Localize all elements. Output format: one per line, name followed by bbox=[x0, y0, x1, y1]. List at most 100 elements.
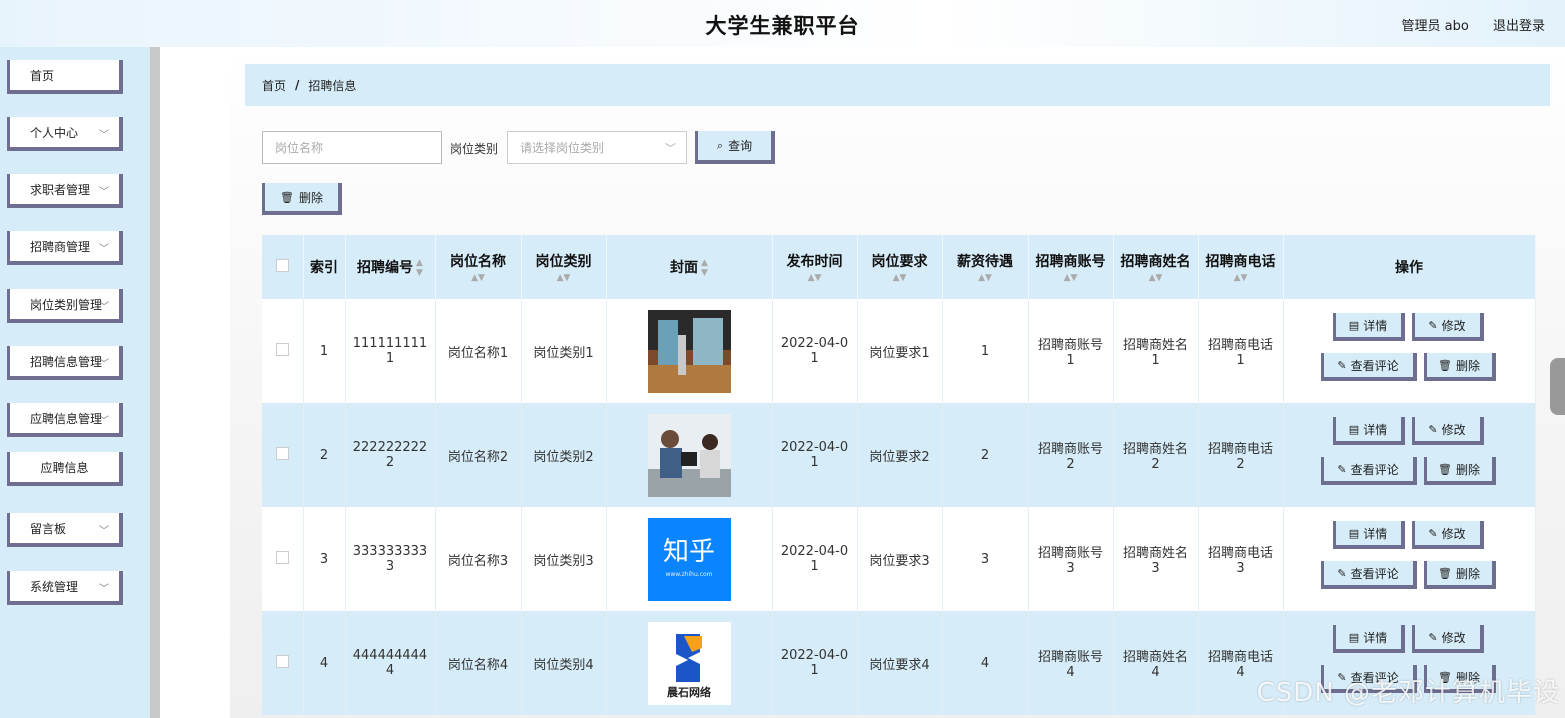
col-req[interactable]: 岗位要求 ▲▼ bbox=[857, 235, 943, 299]
col-person[interactable]: 招聘商姓名 ▲▼ bbox=[1113, 235, 1199, 299]
cell-salary: 4 bbox=[942, 611, 1029, 715]
row-checkbox[interactable] bbox=[275, 654, 289, 668]
chevron-down-icon: ﹀ bbox=[665, 142, 676, 155]
breadcrumb-current: 招聘信息 bbox=[308, 78, 357, 93]
document-icon: ▤ bbox=[1348, 318, 1360, 332]
cell-req: 岗位要求3 bbox=[857, 507, 943, 611]
detail-button[interactable]: ▤ 详情 bbox=[1332, 625, 1405, 653]
view-reviews-button[interactable]: ✎ 查看评论 bbox=[1320, 561, 1417, 589]
edit-button[interactable]: ✎ 修改 bbox=[1411, 417, 1484, 445]
review-label: 查看评论 bbox=[1350, 358, 1399, 373]
cell-ops: ▤ 详情 ✎ 修改 ✎ 查看评论 🗑 删除 bbox=[1283, 507, 1536, 611]
edit-button[interactable]: ✎ 修改 bbox=[1411, 313, 1484, 341]
side-panel-handle[interactable] bbox=[1550, 358, 1565, 415]
sidebar-item-3[interactable]: 招聘商管理 ﹀ bbox=[7, 231, 123, 265]
col-salary[interactable]: 薪资待遇 ▲▼ bbox=[942, 235, 1029, 299]
detail-button[interactable]: ▤ 详情 bbox=[1332, 521, 1405, 549]
sidebar-item-label: 留言板 bbox=[30, 521, 67, 536]
cell-category-text: 岗位类别4 bbox=[533, 657, 594, 673]
sidebar-item-label: 应聘信息 bbox=[40, 460, 89, 475]
sidebar-item-6[interactable]: 应聘信息管理 ﹀ bbox=[7, 403, 123, 437]
view-reviews-button[interactable]: ✎ 查看评论 bbox=[1320, 457, 1417, 485]
sort-icon[interactable]: ▲▼ bbox=[777, 273, 853, 283]
chevron-down-icon: ﹀ bbox=[99, 130, 109, 141]
col-name[interactable]: 岗位名称 ▲▼ bbox=[435, 235, 522, 299]
row-checkbox-cell[interactable] bbox=[262, 299, 304, 403]
delete-button[interactable]: 🗑 删除 bbox=[1423, 457, 1496, 485]
delete-button[interactable]: 🗑 删除 bbox=[1423, 561, 1496, 589]
cell-name-text: 岗位名称3 bbox=[447, 553, 509, 569]
category-select-placeholder: 请选择岗位类别 bbox=[520, 141, 605, 155]
col-cover[interactable]: 封面 ▲ ▼ bbox=[606, 235, 773, 299]
cell-index: 4 bbox=[303, 611, 346, 715]
cell-time-text: 2022-04-01 bbox=[780, 544, 849, 574]
sidebar-item-1[interactable]: 个人中心 ﹀ bbox=[7, 117, 123, 151]
cell-person-text: 招聘商姓名4 bbox=[1122, 650, 1188, 680]
cell-code: 4444444444 bbox=[345, 611, 436, 715]
chevron-down-icon: ﹀ bbox=[99, 584, 109, 595]
sidebar-item-7[interactable]: 应聘信息 bbox=[7, 452, 123, 486]
sort-icon[interactable]: ▲▼ bbox=[416, 258, 423, 278]
row-checkbox-cell[interactable] bbox=[262, 403, 304, 507]
sidebar-item-4[interactable]: 岗位类别管理 ﹀ bbox=[7, 289, 123, 323]
row-checkbox[interactable] bbox=[275, 550, 289, 564]
trash-icon: 🗑 bbox=[280, 190, 294, 204]
sidebar-item-5[interactable]: 招聘信息管理 ﹀ bbox=[7, 346, 123, 380]
delete-button[interactable]: 🗑 删除 bbox=[1423, 353, 1496, 381]
sort-icon[interactable]: ▲▼ bbox=[1118, 273, 1194, 283]
sidebar-item-8[interactable]: 留言板 ﹀ bbox=[7, 513, 123, 547]
row-checkbox[interactable] bbox=[275, 342, 289, 356]
cell-salary-text: 3 bbox=[980, 551, 990, 567]
edit-button[interactable]: ✎ 修改 bbox=[1411, 521, 1484, 549]
sort-icon[interactable]: ▲▼ bbox=[1033, 273, 1109, 283]
query-button-label: 查询 bbox=[728, 139, 753, 153]
batch-delete-label: 删除 bbox=[298, 190, 323, 205]
category-label: 岗位类别 bbox=[450, 142, 499, 156]
col-category[interactable]: 岗位类别 ▲▼ bbox=[521, 235, 607, 299]
row-checkbox-cell[interactable] bbox=[262, 507, 304, 611]
col-acct[interactable]: 招聘商账号 ▲▼ bbox=[1028, 235, 1114, 299]
detail-label: 详情 bbox=[1363, 318, 1388, 333]
batch-delete-button[interactable]: 🗑 删除 bbox=[262, 183, 342, 215]
cell-category: 岗位类别4 bbox=[521, 611, 607, 715]
detail-button[interactable]: ▤ 详情 bbox=[1332, 417, 1405, 445]
cell-phone-text: 招聘商电话3 bbox=[1207, 546, 1273, 576]
category-select[interactable]: 请选择岗位类别 ﹀ bbox=[507, 131, 687, 164]
sidebar-item-0[interactable]: 首页 bbox=[7, 60, 123, 94]
view-reviews-button[interactable]: ✎ 查看评论 bbox=[1320, 353, 1417, 381]
sort-icon[interactable]: ▲▼ bbox=[440, 273, 517, 283]
cell-cover: 晨石网络 bbox=[606, 611, 773, 715]
job-name-search-input[interactable] bbox=[262, 131, 442, 164]
sidebar-scrollbar[interactable] bbox=[150, 47, 160, 718]
cell-acct-text: 招聘商账号1 bbox=[1037, 338, 1103, 368]
edit-button[interactable]: ✎ 修改 bbox=[1411, 625, 1484, 653]
row-checkbox[interactable] bbox=[275, 446, 289, 460]
sidebar-item-9[interactable]: 系统管理 ﹀ bbox=[7, 571, 123, 605]
col-index-label: 索引 bbox=[310, 260, 338, 276]
document-icon: ▤ bbox=[1348, 526, 1360, 540]
review-label: 查看评论 bbox=[1350, 462, 1399, 477]
col-time[interactable]: 发布时间 ▲▼ bbox=[772, 235, 858, 299]
content-gutter bbox=[160, 47, 230, 718]
breadcrumb-home[interactable]: 首页 bbox=[262, 77, 286, 94]
row-checkbox-cell[interactable] bbox=[262, 611, 304, 715]
select-all-checkbox-cell[interactable] bbox=[262, 235, 304, 299]
cell-code: 2222222222 bbox=[345, 403, 436, 507]
select-all-checkbox[interactable] bbox=[275, 258, 289, 272]
detail-button[interactable]: ▤ 详情 bbox=[1332, 313, 1405, 341]
cell-acct-text: 招聘商账号2 bbox=[1037, 442, 1103, 472]
col-phone[interactable]: 招聘商电话 ▲▼ bbox=[1198, 235, 1284, 299]
sort-icon[interactable]: ▲▼ bbox=[1203, 273, 1279, 283]
sort-icon[interactable]: ▲▼ bbox=[526, 273, 602, 283]
chevron-down-icon: ﹀ bbox=[99, 416, 109, 427]
cell-acct: 招聘商账号4 bbox=[1028, 611, 1114, 715]
sidebar-item-2[interactable]: 求职者管理 ﹀ bbox=[7, 174, 123, 208]
pencil-icon: ✎ bbox=[1428, 422, 1438, 436]
logout-link[interactable]: 退出登录 bbox=[1493, 19, 1545, 34]
cell-req-text: 岗位要求2 bbox=[869, 449, 930, 465]
sort-icon[interactable]: ▲▼ bbox=[862, 273, 938, 283]
sort-icon[interactable]: ▲▼ bbox=[701, 258, 708, 278]
query-button[interactable]: ⌕ 查询 bbox=[695, 131, 775, 164]
col-code[interactable]: 招聘编号 ▲ ▼ bbox=[345, 235, 436, 299]
sort-icon[interactable]: ▲▼ bbox=[947, 273, 1024, 283]
